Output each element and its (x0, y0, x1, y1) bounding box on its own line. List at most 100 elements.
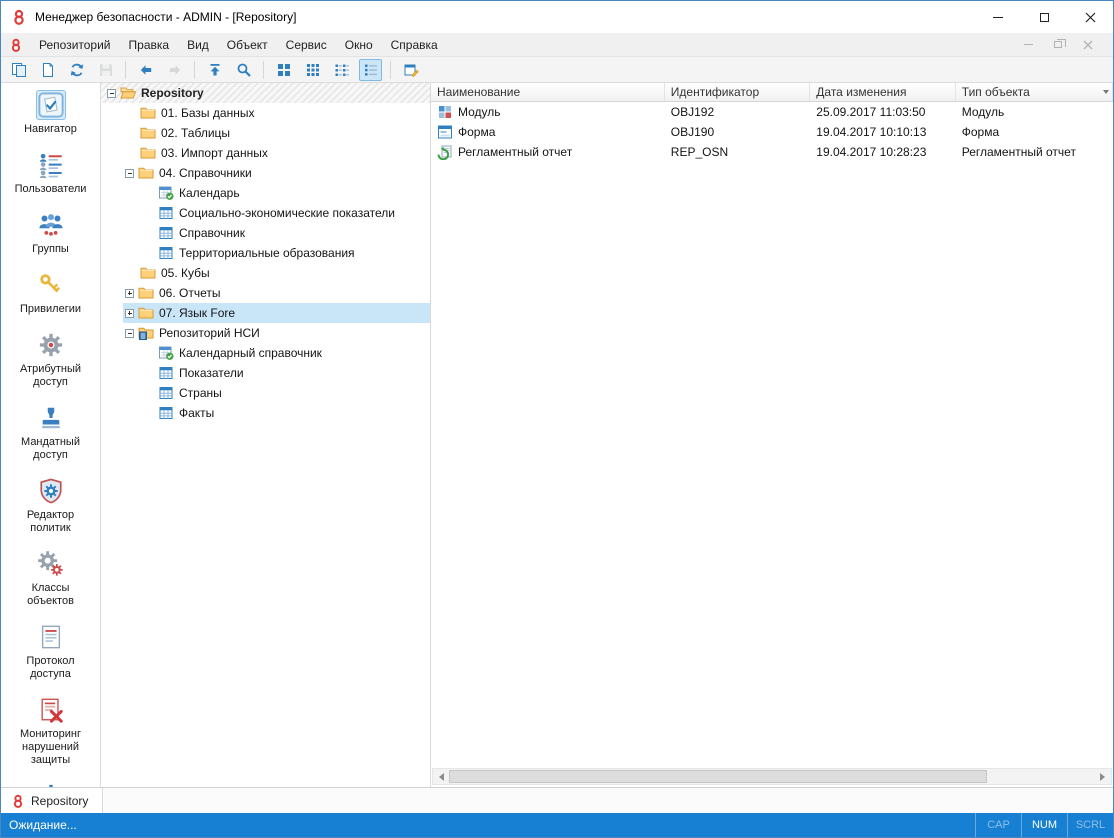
list-body: Модуль OBJ192 25.09.2017 11:03:50 Модуль Фор… (431, 102, 1113, 162)
tree-node[interactable]: 05. Кубы (101, 263, 430, 283)
indicator-num: NUM (1021, 813, 1067, 837)
window-controls (975, 1, 1113, 33)
scroll-left-button[interactable] (433, 769, 449, 784)
edit-form-icon (403, 62, 419, 78)
tree-node-label: Календарный справочник (179, 346, 322, 360)
sidebar-item-users[interactable]: Пользователи (1, 150, 100, 196)
menu-window[interactable]: Окно (336, 33, 382, 56)
scrollbar-thumb[interactable] (449, 770, 987, 783)
maximize-button[interactable] (1021, 1, 1067, 33)
tree-node[interactable]: Факты (101, 403, 430, 423)
mdi-close-button[interactable] (1081, 38, 1095, 52)
tree-node[interactable]: Календарь (101, 183, 430, 203)
menu-service[interactable]: Сервис (277, 33, 336, 56)
copy-button[interactable] (7, 59, 30, 81)
horizontal-scrollbar[interactable] (432, 768, 1112, 785)
sidebar-item-object-classes[interactable]: Классы объектов (1, 549, 100, 608)
sidebar-item-groups[interactable]: Группы (1, 210, 100, 256)
save-button[interactable] (94, 59, 117, 81)
mdi-restore-button[interactable] (1051, 38, 1066, 52)
repository-tab-icon (11, 794, 25, 808)
tree-node-label: 03. Импорт данных (161, 146, 268, 160)
menu-object[interactable]: Объект (218, 33, 277, 56)
folder-icon (140, 125, 156, 141)
tree-node-label: Репозиторий НСИ (159, 326, 260, 340)
mdi-restore-icon (1054, 39, 1066, 48)
menu-repository[interactable]: Репозиторий (30, 33, 120, 56)
tree-node[interactable]: Социально-экономические показатели (101, 203, 430, 223)
create-object-button[interactable] (36, 59, 59, 81)
back-button[interactable] (134, 59, 157, 81)
sidebar-item-navigator[interactable]: Навигатор (1, 90, 100, 136)
mdi-minimize-button[interactable] (1021, 38, 1035, 52)
tree-node-label: 06. Отчеты (159, 286, 221, 300)
tree-node[interactable]: 07. Язык Fore (101, 303, 430, 323)
tree-node[interactable]: 06. Отчеты (101, 283, 430, 303)
scroll-right-button[interactable] (1095, 769, 1111, 784)
expander-plus-icon[interactable] (125, 308, 134, 318)
edit-form-button[interactable] (399, 59, 422, 81)
sidebar-item-label: Редактор политик (26, 509, 75, 534)
column-header-3[interactable]: Тип объекта (956, 83, 1113, 101)
expander-minus-icon[interactable] (125, 328, 134, 338)
tree-node[interactable]: 03. Импорт данных (101, 143, 430, 163)
tree-node[interactable]: 04. Справочники (101, 163, 430, 183)
tree-node[interactable]: Repository (101, 83, 430, 103)
violation-monitoring-icon (36, 695, 66, 725)
tree-node[interactable]: 01. Базы данных (101, 103, 430, 123)
menu-edit[interactable]: Правка (120, 33, 179, 56)
indicator-cap: CAP (975, 813, 1021, 837)
tree-node[interactable]: Территориальные образования (101, 243, 430, 263)
users-icon (36, 150, 66, 180)
details-view-button[interactable] (359, 58, 382, 81)
sidebar-item-violation-monitoring[interactable]: Мониторинг нарушений защиты (1, 695, 100, 767)
column-header-2[interactable]: Дата изменения (810, 83, 956, 101)
table-row[interactable]: Форма OBJ190 19.04.2017 10:10:13 Форма (431, 122, 1113, 142)
tree-node[interactable]: Показатели (101, 363, 430, 383)
mdi-system-menu-icon[interactable] (9, 38, 23, 52)
table-row[interactable]: Модуль OBJ192 25.09.2017 11:03:50 Модуль (431, 102, 1113, 122)
sidebar-item-attribute-access[interactable]: Атрибутный доступ (1, 330, 100, 389)
toolbar-separator (390, 60, 391, 79)
large-icons-view-button[interactable] (272, 59, 295, 81)
expander-minus-icon[interactable] (107, 88, 116, 98)
close-button[interactable] (1067, 1, 1113, 33)
object-classes-icon (36, 549, 66, 579)
small-icons-view-button[interactable] (301, 59, 324, 81)
folder-icon (140, 265, 156, 281)
go-to-top-button[interactable] (203, 59, 226, 81)
list-view-button[interactable] (330, 59, 353, 81)
window-title: Менеджер безопасности - ADMIN - [Reposit… (35, 10, 297, 24)
menubar: Репозиторий Правка Вид Объект Сервис Окно Спра… (1, 33, 1113, 57)
cell-object-type: Модуль (961, 105, 1005, 119)
tree-node-label: 02. Таблицы (161, 126, 231, 140)
search-button[interactable] (232, 59, 255, 81)
tree-node[interactable]: 02. Таблицы (101, 123, 430, 143)
sidebar-item-label: Мандатный доступ (21, 436, 80, 461)
forward-button[interactable] (163, 59, 186, 81)
column-header-1[interactable]: Идентификатор (665, 83, 811, 101)
column-header-0[interactable]: Наименование (431, 83, 665, 101)
table-row[interactable]: Регламентный отчет REP_OSN 19.04.2017 10:2… (431, 142, 1113, 162)
expander-plus-icon[interactable] (125, 288, 134, 298)
minimize-button[interactable] (975, 1, 1021, 33)
tree-node[interactable]: Справочник (101, 223, 430, 243)
groups-icon (36, 210, 66, 240)
tree-node[interactable]: Репозиторий НСИ (101, 323, 430, 343)
sidebar-item-label: Протокол доступа (26, 655, 75, 680)
sidebar-item-privileges[interactable]: Привилегии (1, 270, 100, 316)
sidebar-item-policy-editor[interactable]: Редактор политик (1, 476, 100, 535)
tab-repository[interactable]: Repository (1, 788, 104, 813)
sidebar-item-access-log[interactable]: Протокол доступа (1, 622, 100, 681)
sidebar-item-label: Группы (32, 243, 69, 255)
back-icon (138, 62, 154, 78)
tree-node[interactable]: Страны (101, 383, 430, 403)
status-indicators: CAP NUM SCRL (975, 813, 1113, 837)
sidebar-item-mandatory-access[interactable]: Мандатный доступ (1, 403, 100, 462)
column-filter-button[interactable] (1103, 90, 1109, 94)
expander-minus-icon[interactable] (125, 168, 134, 178)
tree-node[interactable]: Календарный справочник (101, 343, 430, 363)
menu-view[interactable]: Вид (178, 33, 218, 56)
menu-help[interactable]: Справка (382, 33, 447, 56)
refresh-button[interactable] (65, 59, 88, 81)
